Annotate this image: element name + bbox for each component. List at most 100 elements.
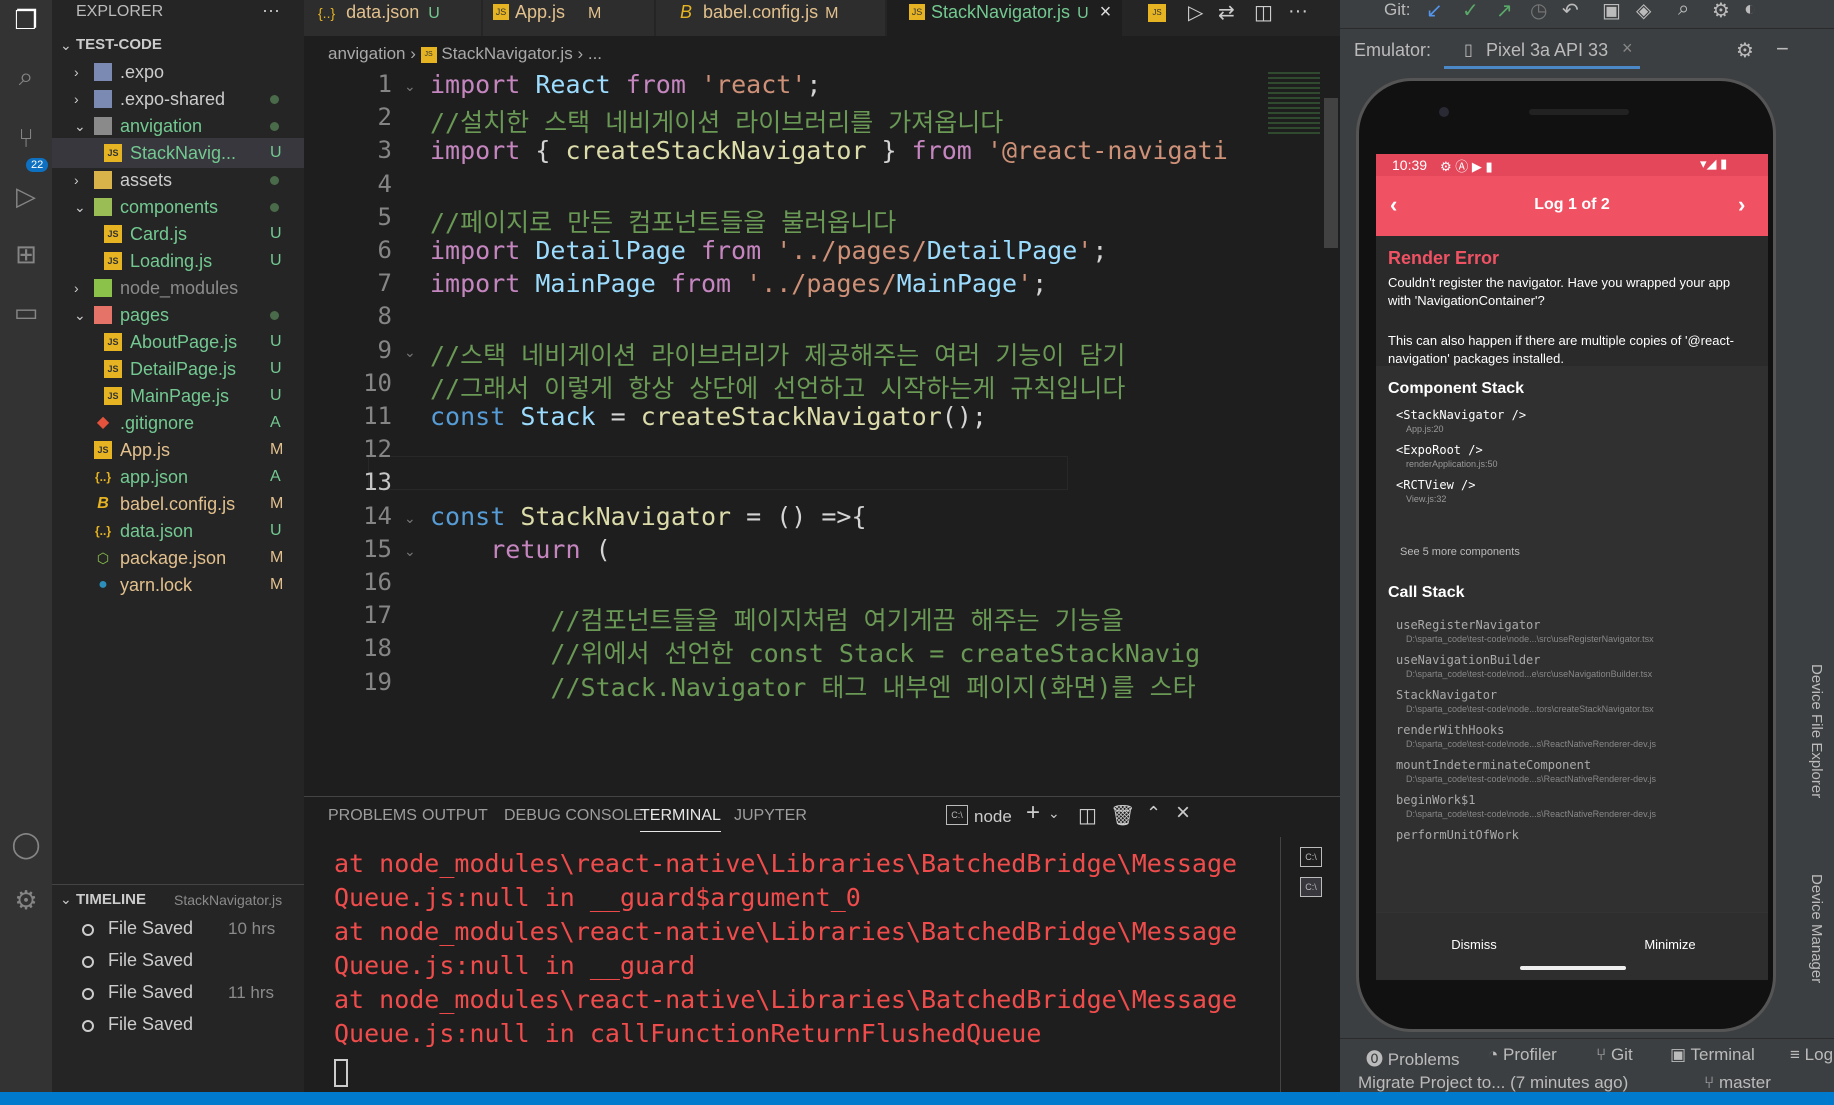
tree-item-anvigation[interactable]: ⌄ anvigation	[52, 111, 304, 141]
minimize-icon[interactable]: −	[1776, 36, 1789, 62]
status-message[interactable]: Migrate Project to... (7 minutes ago)	[1358, 1073, 1628, 1093]
call-frame-name[interactable]: useRegisterNavigator	[1396, 618, 1541, 632]
chevron-down-icon[interactable]: ⌄	[1048, 805, 1060, 822]
tree-item-loading[interactable]: JS Loading.js U	[52, 246, 304, 276]
device-file-explorer-tab[interactable]: Device File Explorer	[1808, 664, 1825, 798]
tab-babel-config[interactable]: B babel.config.js M	[656, 0, 886, 36]
fold-chevron-icon[interactable]: ⌄	[404, 543, 416, 560]
tree-item-detailpage[interactable]: JS DetailPage.js U	[52, 354, 304, 384]
tab-debug-console[interactable]: DEBUG CONSOLE	[504, 807, 644, 825]
tab-jupyter[interactable]: JUPYTER	[734, 807, 807, 825]
source-control-icon[interactable]: ⑂	[8, 120, 44, 156]
breadcrumb-folder[interactable]: anvigation	[328, 44, 406, 63]
tab-app-js[interactable]: JS App.js M	[483, 0, 655, 36]
split-terminal-icon[interactable]: ◫	[1078, 803, 1097, 828]
update-icon[interactable]: ↙	[1426, 0, 1443, 23]
compare-icon[interactable]: ⇄	[1218, 0, 1235, 25]
call-frame-name[interactable]: mountIndeterminateComponent	[1396, 758, 1591, 772]
tree-item-datajson[interactable]: {..} data.json U	[52, 516, 304, 546]
trash-icon[interactable]: 🗑	[1110, 803, 1135, 828]
tree-item-mainpage[interactable]: JS MainPage.js U	[52, 381, 304, 411]
js-action-icon[interactable]: JS	[1148, 4, 1166, 22]
tree-item-stacknavigator[interactable]: JS StackNavig... U	[52, 138, 304, 168]
push-icon[interactable]: ↗	[1496, 0, 1513, 23]
tree-item-appjs[interactable]: JS App.js M	[52, 435, 304, 465]
code-editor[interactable]: 1 ⌄ import React from 'react'; 2 //설치한 스택 네비…	[304, 68, 1264, 796]
minimize-button[interactable]: Minimize	[1572, 937, 1768, 952]
profiler-tab[interactable]: ◔ Profiler	[1488, 1045, 1557, 1065]
tree-item-components[interactable]: ⌄ components	[52, 192, 304, 222]
fold-chevron-icon[interactable]: ⌄	[404, 78, 416, 95]
timeline-header[interactable]: ⌄ TIMELINE StackNavigator.js	[52, 884, 304, 914]
call-frame-name[interactable]: performUnitOfWork	[1396, 828, 1519, 842]
tree-item-yarnlock[interactable]: ● yarn.lock M	[52, 570, 304, 600]
add-terminal-icon[interactable]: +	[1026, 799, 1040, 827]
call-frame-name[interactable]: StackNavigator	[1396, 688, 1497, 702]
fold-chevron-icon[interactable]: ⌄	[404, 510, 416, 527]
tab-stacknavigator[interactable]: JS StackNavigator.js U ×	[887, 0, 1123, 36]
breadcrumb-file[interactable]: StackNavigator.js	[441, 44, 572, 63]
tree-item-babel[interactable]: B babel.config.js M	[52, 489, 304, 519]
tree-item-assets[interactable]: › assets	[52, 165, 304, 195]
split-editor-icon[interactable]: ◫	[1254, 0, 1273, 25]
account-icon[interactable]: ◯	[8, 826, 44, 862]
revert-icon[interactable]: ↶	[1562, 0, 1579, 23]
shell-name[interactable]: node	[974, 807, 1012, 827]
terminal-tab[interactable]: ▣ Terminal	[1670, 1045, 1755, 1065]
device-tab[interactable]: Pixel 3a API 33	[1486, 40, 1608, 61]
gear-icon[interactable]: ⚙	[8, 882, 44, 918]
tree-item-expo[interactable]: › .expo	[52, 57, 304, 87]
tab-output[interactable]: OUTPUT	[422, 807, 488, 825]
close-panel-icon[interactable]: ×	[1176, 799, 1190, 827]
tree-item-aboutpage[interactable]: JS AboutPage.js U	[52, 327, 304, 357]
tree-item-node-modules[interactable]: › node_modules	[52, 273, 304, 303]
dismiss-button[interactable]: Dismiss	[1376, 937, 1572, 952]
tab-terminal[interactable]: TERMINAL	[640, 807, 721, 832]
search-icon[interactable]: ⌕	[1678, 0, 1689, 21]
search-icon[interactable]: ⌕	[8, 58, 44, 94]
tab-problems[interactable]: PROBLEMS	[328, 807, 417, 825]
log-tab[interactable]: ≡ Log	[1790, 1045, 1833, 1065]
chevron-right-icon[interactable]: ›	[1738, 192, 1745, 218]
tree-item-pages[interactable]: ⌄ pages	[52, 300, 304, 330]
call-frame-name[interactable]: renderWithHooks	[1396, 723, 1504, 737]
fold-chevron-icon[interactable]: ⌄	[404, 344, 416, 361]
device-manager-tab[interactable]: Device Manager	[1808, 874, 1825, 983]
project-folder[interactable]: ⌄ TEST-CODE	[52, 30, 304, 60]
explorer-more-button[interactable]: ···	[262, 0, 280, 21]
home-indicator[interactable]	[1520, 966, 1626, 970]
minimap[interactable]	[1264, 68, 1340, 796]
terminal-instance-icon[interactable]: C:\	[1300, 847, 1322, 867]
tree-item-card[interactable]: JS Card.js U	[52, 219, 304, 249]
call-frame-name[interactable]: beginWork$1	[1396, 793, 1475, 807]
more-actions-icon[interactable]: ···	[1288, 0, 1308, 23]
gear-icon[interactable]: ⚙	[1736, 38, 1754, 63]
phone-screen[interactable]: 10:39 ⚙ Ⓐ ▶ ▮ ▾◢ ▮ ‹ Log 1 of 2 › Render…	[1376, 154, 1768, 980]
close-icon[interactable]: ×	[1622, 38, 1633, 59]
tree-item-packagejson[interactable]: ⬡ package.json M	[52, 543, 304, 573]
remote-explorer-icon[interactable]: ▭	[8, 294, 44, 330]
close-icon[interactable]: ×	[1100, 1, 1112, 23]
see-more-link[interactable]: See 5 more components	[1400, 546, 1520, 558]
branch-widget[interactable]: ⑂ master	[1704, 1073, 1771, 1093]
tab-data-json[interactable]: {..} data.json U	[304, 0, 482, 36]
tree-item-expo-shared[interactable]: › .expo-shared	[52, 84, 304, 114]
commit-icon[interactable]: ✓	[1462, 0, 1479, 23]
run-debug-icon[interactable]: ▷	[8, 178, 44, 214]
call-frame-name[interactable]: useNavigationBuilder	[1396, 653, 1541, 667]
chevron-up-icon[interactable]: ⌃	[1146, 803, 1161, 824]
explorer-icon[interactable]: ❐	[8, 2, 44, 38]
tree-item-appjson[interactable]: {..} app.json A	[52, 462, 304, 492]
gear-icon[interactable]: ⚙	[1712, 0, 1730, 23]
history-icon[interactable]: ◷	[1530, 0, 1547, 23]
extensions-icon[interactable]: ⊞	[8, 236, 44, 272]
tree-item-gitignore[interactable]: ◆ .gitignore A	[52, 408, 304, 438]
scrollbar-thumb[interactable]	[1324, 98, 1338, 248]
terminal-instance-icon[interactable]: C:\	[1300, 877, 1322, 897]
sdk-icon[interactable]: ◈	[1636, 0, 1651, 23]
run-icon[interactable]: ▷	[1188, 0, 1203, 25]
device-icon[interactable]: ▣	[1602, 0, 1621, 23]
problems-tab[interactable]: ⓿ Problems	[1366, 1045, 1460, 1070]
git-tab[interactable]: ⑂ Git	[1596, 1045, 1633, 1065]
profile-icon[interactable]: ◐	[1744, 0, 1756, 21]
